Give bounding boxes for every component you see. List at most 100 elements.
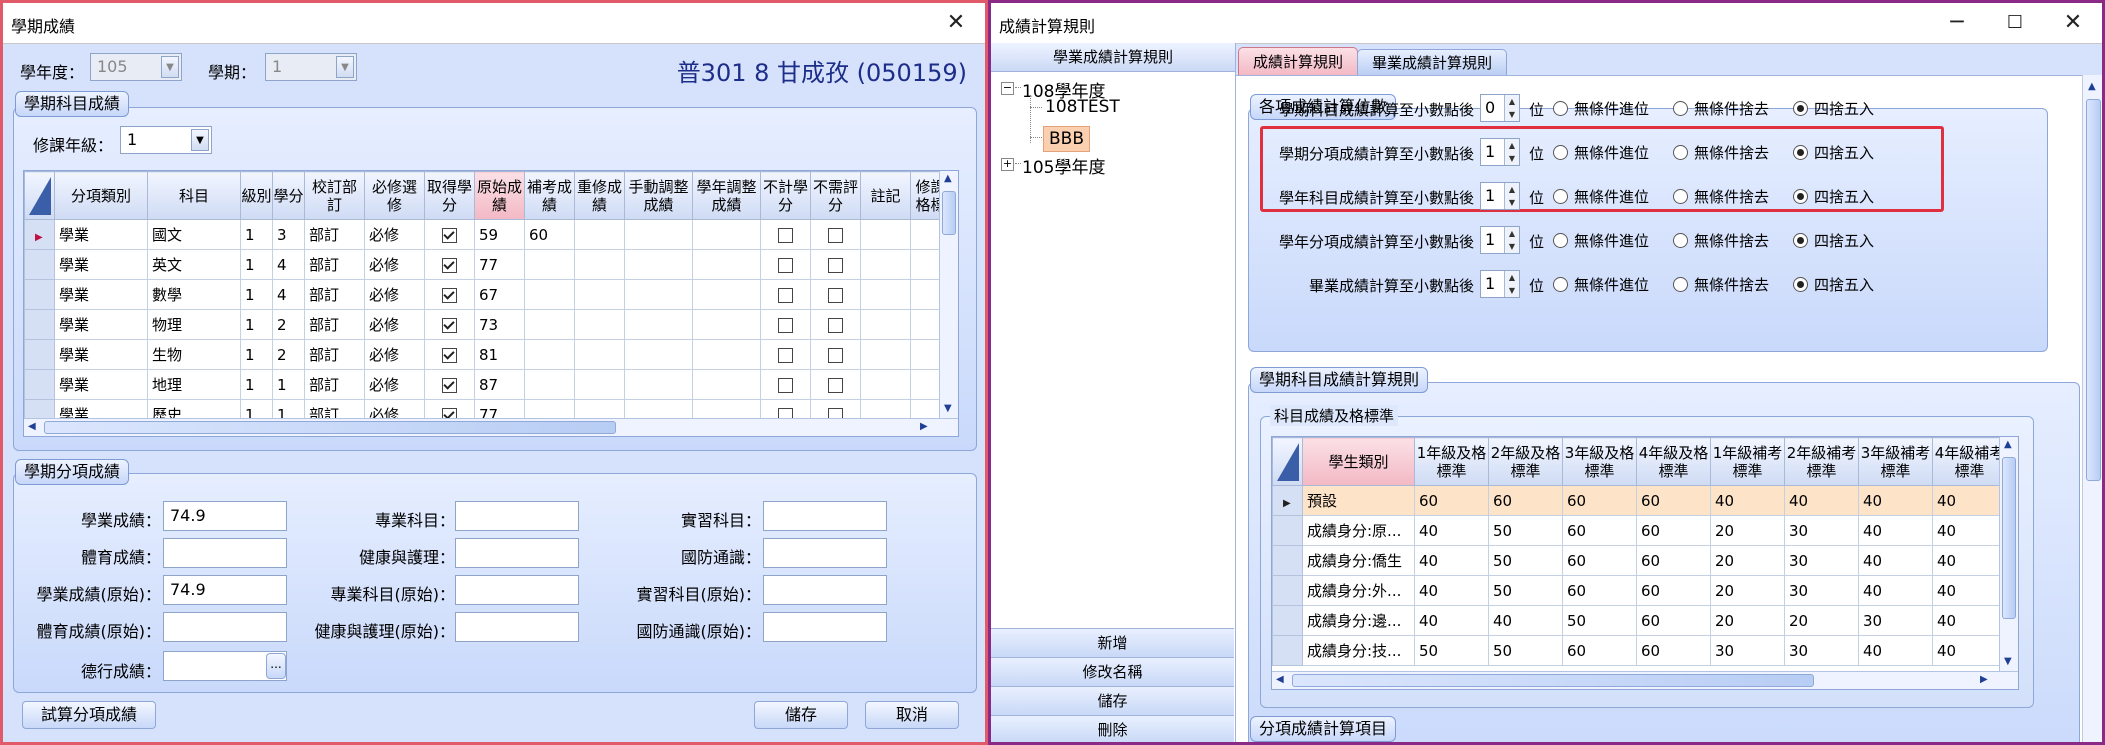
horizontal-scrollbar[interactable]: ◀ ▶ [24,418,958,436]
subject-cell[interactable]: 國文 [147,219,241,250]
year-adjust-cell[interactable] [692,309,761,340]
makeup-score-cell[interactable] [524,249,575,280]
dept-cell[interactable]: 部訂 [304,339,365,370]
chevron-down-icon[interactable]: ▼ [161,56,179,78]
subject-score-grid[interactable]: 分項類別 科目 級別 學分 校訂部訂 必修選修 取得學分 原始成績 補考成績 重修成績 手動調整成績… [23,170,959,437]
standard-value-cell[interactable]: 60 [1636,545,1711,576]
checkbox[interactable] [828,377,843,393]
credit-cell[interactable]: 2 [272,339,305,370]
required-cell[interactable]: 必修 [364,249,425,280]
radio-button[interactable] [1673,145,1688,160]
standard-value-cell[interactable]: 20 [1784,605,1859,636]
dept-cell[interactable]: 部訂 [304,279,365,310]
row-header[interactable] [24,369,55,400]
standard-value-cell[interactable]: 30 [1858,605,1933,636]
year-adjust-cell[interactable] [692,279,761,310]
radio-button[interactable] [1553,145,1568,160]
checkbox[interactable] [778,347,793,363]
delete-button[interactable]: 刪除 [991,715,1234,742]
scroll-up-icon[interactable]: ▲ [2088,81,2096,92]
save-button[interactable]: 儲存 [754,701,848,729]
tab-score-rules[interactable]: 成績計算規則 [1238,47,1358,76]
table-row[interactable]: 學業 物理 1 2 部訂 必修 73 [24,309,951,340]
required-cell[interactable]: 必修 [364,339,425,370]
spin-up-icon[interactable]: ▲ [1504,271,1519,284]
grade-select[interactable]: 1 ▼ [120,126,212,154]
column-header[interactable]: 分項類別 [54,171,148,220]
entry-type-cell[interactable]: 學業 [54,219,148,250]
checkbox[interactable] [778,257,793,273]
level-cell[interactable]: 1 [240,219,273,250]
checkbox[interactable] [778,287,793,303]
row-header[interactable] [1272,605,1303,636]
practice-raw-input[interactable] [763,575,887,605]
vertical-scroll-thumb[interactable] [2002,457,2016,619]
checked-checkbox[interactable] [442,377,457,393]
column-header[interactable]: 學生類別 [1302,437,1415,486]
decimal-spinner[interactable]: 0 ▲ ▼ [1480,94,1520,122]
column-header[interactable]: 不需評分 [810,171,861,220]
earned-credit-cell[interactable] [424,279,475,310]
standard-value-cell[interactable]: 40 [1932,635,2007,666]
radio-button[interactable] [1553,277,1568,292]
row-header[interactable] [1272,635,1303,666]
manual-adjust-cell[interactable] [624,339,693,370]
column-header[interactable]: 原始成績 [474,171,525,220]
spin-up-icon[interactable]: ▲ [1504,227,1519,240]
checkbox[interactable] [828,287,843,303]
standard-value-cell[interactable]: 60 [1414,485,1489,516]
student-category-cell[interactable]: 成績身分:邊... [1302,605,1415,636]
table-row[interactable]: 成績身分:邊... 40 40 50 60 20 20 30 40 [1272,605,2007,636]
standard-value-cell[interactable]: 50 [1488,545,1563,576]
dept-cell[interactable]: 部訂 [304,249,365,280]
table-row[interactable]: ▶ 預設 60 60 60 60 40 40 40 40 [1272,485,2007,516]
note-cell[interactable] [860,309,911,340]
note-cell[interactable] [860,219,911,250]
credit-cell[interactable]: 4 [272,279,305,310]
no-score-cell[interactable] [810,249,861,280]
spin-down-icon[interactable]: ▼ [1504,108,1519,121]
student-category-cell[interactable]: 成績身分:技... [1302,635,1415,666]
level-cell[interactable]: 1 [240,339,273,370]
table-row[interactable]: 學業 生物 1 2 部訂 必修 81 [24,339,951,370]
spin-down-icon[interactable]: ▼ [1504,240,1519,253]
entry-type-cell[interactable]: 學業 [54,279,148,310]
scroll-up-icon[interactable]: ▲ [2004,439,2012,450]
page-vertical-scrollbar[interactable]: ▲ [2082,75,2102,742]
column-header[interactable]: 補考成績 [524,171,575,220]
radio-button[interactable] [1673,189,1688,204]
pass-standard-grid[interactable]: 學生類別 1年級及格標準 2年級及格標準 3年級及格標準 4年級及格標準 1年級補考標準 2… [1271,436,2019,690]
raw-score-cell[interactable]: 81 [474,339,525,370]
standard-value-cell[interactable]: 40 [1858,635,1933,666]
standard-value-cell[interactable]: 50 [1488,635,1563,666]
close-icon[interactable]: ✕ [2044,3,2102,43]
radio-button[interactable] [1553,101,1568,116]
column-header[interactable]: 學年調整成績 [692,171,761,220]
semester-select[interactable]: 1 ▼ [265,53,357,81]
radio-selected[interactable] [1793,101,1808,116]
standard-value-cell[interactable]: 40 [1784,485,1859,516]
column-header[interactable]: 3年級補考標準 [1858,437,1933,486]
row-header[interactable] [1272,545,1303,576]
standard-value-cell[interactable]: 60 [1562,635,1637,666]
standard-value-cell[interactable]: 20 [1710,515,1785,546]
scroll-down-icon[interactable]: ▼ [2004,656,2012,667]
standard-value-cell[interactable]: 40 [1932,545,2007,576]
column-header[interactable]: 3年級及格標準 [1562,437,1637,486]
checked-checkbox[interactable] [442,227,457,243]
no-credit-cell[interactable] [760,249,811,280]
expand-icon[interactable]: + [1001,158,1014,171]
spin-down-icon[interactable]: ▼ [1504,196,1519,209]
credit-cell[interactable]: 3 [272,219,305,250]
standard-value-cell[interactable]: 30 [1784,635,1859,666]
note-cell[interactable] [860,249,911,280]
standard-value-cell[interactable]: 40 [1932,515,2007,546]
year-select[interactable]: 105 ▼ [90,53,182,81]
tree-node-108test[interactable]: 108TEST [1045,97,1120,117]
credit-cell[interactable]: 1 [272,369,305,400]
scroll-right-icon[interactable]: ▶ [1980,674,1988,685]
radio-selected[interactable] [1793,189,1808,204]
column-header[interactable]: 2年級及格標準 [1488,437,1563,486]
standard-value-cell[interactable]: 40 [1414,605,1489,636]
retake-score-cell[interactable] [574,219,625,250]
